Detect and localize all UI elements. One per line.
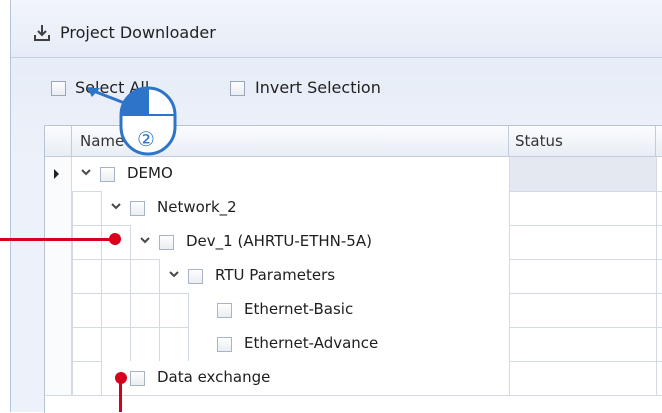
node-checkbox[interactable]	[159, 235, 174, 250]
invert-selection-checkbox[interactable]	[230, 81, 245, 96]
node-label: Network_2	[157, 198, 237, 216]
row-indicator	[45, 259, 72, 294]
step-number-badge: ②	[137, 127, 155, 151]
window-title: Project Downloader	[60, 23, 216, 42]
status-cell	[509, 157, 656, 192]
column-header-status[interactable]: Status	[509, 126, 656, 157]
extra-cell	[656, 191, 662, 226]
row-indicator	[45, 191, 72, 226]
status-cell	[509, 259, 656, 294]
extra-cell	[656, 293, 662, 328]
callout-dot-data-exchange	[115, 372, 127, 384]
tree-indent	[130, 293, 160, 328]
tree-indent	[72, 361, 102, 396]
row-indicator	[45, 225, 72, 260]
callout-line-data-exchange	[119, 380, 122, 412]
tree-row[interactable]: DEMO	[45, 157, 662, 192]
node-checkbox[interactable]	[217, 303, 232, 318]
tree-indent	[72, 293, 102, 328]
select-all-checkbox[interactable]	[51, 81, 66, 96]
node-checkbox[interactable]	[188, 269, 203, 284]
column-header-status-label: Status	[515, 132, 563, 150]
column-header-extra	[656, 126, 662, 157]
row-indicator	[45, 157, 72, 192]
tree-indent	[101, 327, 131, 362]
expand-chevron-icon[interactable]	[110, 200, 122, 212]
row-indicator	[45, 361, 72, 396]
callout-line-dev	[0, 238, 114, 241]
node-label: Dev_1 (AHRTU-ETHN-5A)	[186, 232, 372, 250]
name-cell: Network_2	[101, 191, 510, 226]
tree-row[interactable]: Dev_1 (AHRTU-ETHN-5A)	[45, 225, 662, 260]
tree-indent	[159, 327, 189, 362]
download-icon	[34, 25, 50, 41]
row-indicator-header	[45, 126, 72, 157]
tree-row[interactable]: Network_2	[45, 191, 662, 226]
tree-indent	[130, 327, 160, 362]
name-cell: Dev_1 (AHRTU-ETHN-5A)	[130, 225, 510, 260]
invert-selection-label[interactable]: Invert Selection	[255, 78, 381, 97]
name-cell: Data exchange	[101, 361, 510, 396]
tree-indent	[101, 293, 131, 328]
node-checkbox[interactable]	[130, 371, 145, 386]
tree-indent	[159, 293, 189, 328]
title-bar: Project Downloader	[11, 0, 662, 58]
callout-dot-dev	[109, 233, 121, 245]
tree-indent	[130, 259, 160, 294]
tree-indent	[101, 259, 131, 294]
name-cell: RTU Parameters	[159, 259, 510, 294]
node-checkbox[interactable]	[100, 167, 115, 182]
expand-chevron-icon[interactable]	[139, 234, 151, 246]
status-cell	[509, 361, 656, 396]
node-label: DEMO	[127, 164, 173, 182]
node-checkbox[interactable]	[130, 201, 145, 216]
status-cell	[509, 293, 656, 328]
extra-cell	[656, 327, 662, 362]
extra-cell	[656, 361, 662, 396]
tree-indent	[72, 327, 102, 362]
tree-indent	[72, 191, 102, 226]
tree-row[interactable]: Ethernet-Advance	[45, 327, 662, 362]
row-indicator	[45, 293, 72, 328]
status-cell	[509, 225, 656, 260]
status-cell	[509, 191, 656, 226]
column-header-name-label: Name	[80, 132, 125, 150]
status-cell	[509, 327, 656, 362]
expand-chevron-icon[interactable]	[80, 166, 92, 178]
row-indicator	[45, 327, 72, 362]
node-label: RTU Parameters	[215, 266, 336, 284]
expand-chevron-icon[interactable]	[168, 268, 180, 280]
extra-cell	[656, 225, 662, 260]
tree-row[interactable]: RTU Parameters	[45, 259, 662, 294]
extra-cell	[656, 259, 662, 294]
node-checkbox[interactable]	[217, 337, 232, 352]
node-label: Data exchange	[157, 368, 271, 386]
project-tree-grid: Name Status DEMO Network_2 Dev_1 (AHRTU-ET…	[44, 125, 662, 413]
node-label: Ethernet-Basic	[244, 300, 354, 318]
tree-row[interactable]: Ethernet-Basic	[45, 293, 662, 328]
project-downloader-window: Project Downloader Select All Invert Sel…	[10, 0, 662, 413]
extra-cell	[656, 157, 662, 192]
name-cell: DEMO	[72, 157, 509, 192]
tree-indent	[72, 259, 102, 294]
name-cell: Ethernet-Advance	[188, 327, 510, 362]
current-row-pointer-icon	[54, 169, 59, 179]
tree-row[interactable]: Data exchange	[45, 361, 662, 396]
tree-indent	[72, 225, 102, 260]
title-separator	[11, 57, 662, 58]
node-label: Ethernet-Advance	[244, 334, 379, 352]
name-cell: Ethernet-Basic	[188, 293, 510, 328]
